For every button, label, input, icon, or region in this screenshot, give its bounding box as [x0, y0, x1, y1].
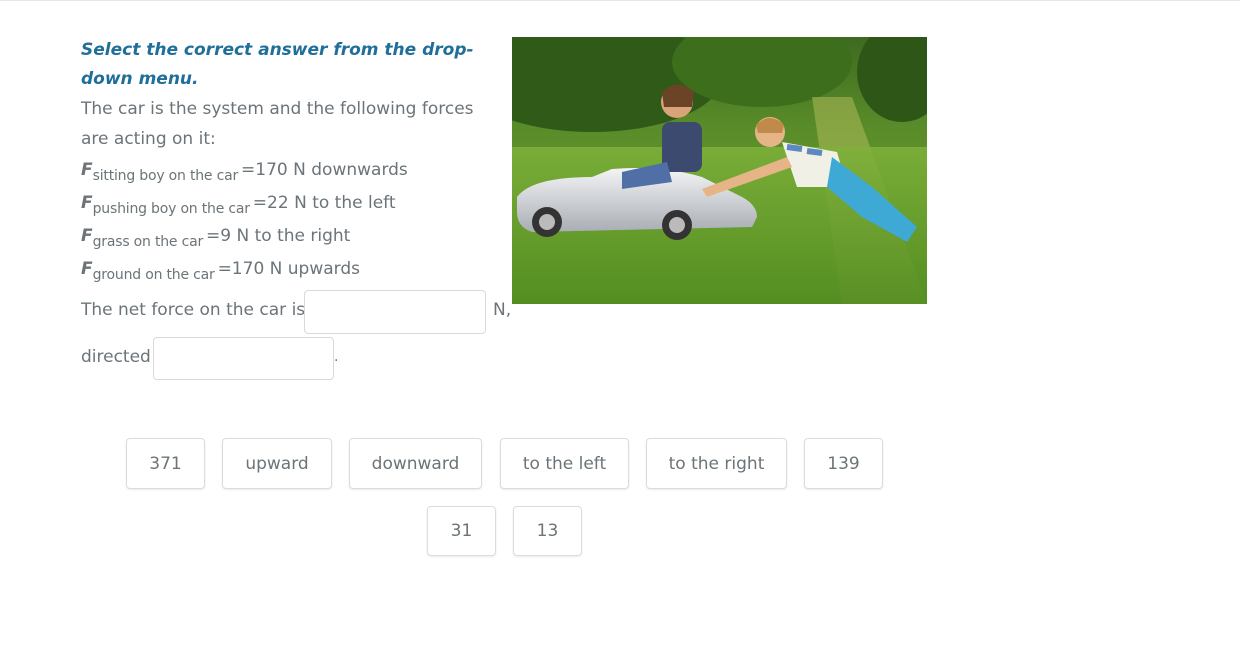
force-value: =9 N to the right	[206, 226, 351, 246]
force-subscript: ground on the car	[92, 267, 215, 283]
force-ground: Fground on the car =170 N upwards	[81, 253, 501, 286]
top-divider	[0, 0, 1240, 1]
force-value: =22 N to the left	[252, 193, 396, 213]
option-chip[interactable]: 31	[427, 506, 496, 556]
force-symbol: F	[81, 226, 93, 246]
option-chip[interactable]: downward	[349, 438, 482, 489]
force-value: =170 N upwards	[217, 259, 361, 279]
option-chip[interactable]: 13	[513, 506, 582, 556]
direction-label: directed	[81, 347, 151, 367]
force-symbol: F	[81, 259, 93, 279]
option-chip[interactable]: to the left	[500, 438, 629, 489]
force-subscript: sitting boy on the car	[92, 168, 239, 184]
force-subscript: pushing boy on the car	[92, 201, 250, 217]
force-symbol: F	[81, 193, 93, 213]
end-punctuation: .	[334, 349, 339, 365]
force-symbol: F	[81, 160, 93, 180]
net-force-label: The net force on the car is	[81, 300, 306, 320]
option-chip[interactable]: to the right	[646, 438, 787, 489]
force-pushing-boy: Fpushing boy on the car =22 N to the left	[81, 187, 501, 220]
unit-suffix: N,	[493, 300, 512, 320]
question-block: Select the correct answer from the drop-…	[81, 36, 501, 286]
instruction-text: Select the correct answer from the drop-…	[81, 40, 474, 89]
force-grass: Fgrass on the car =9 N to the right	[81, 220, 501, 253]
option-chip[interactable]: upward	[222, 438, 332, 489]
question-stem: The car is the system and the following …	[81, 99, 474, 149]
children-pedal-car-photo	[512, 37, 927, 304]
force-value: =170 N downwards	[241, 160, 408, 180]
force-subscript: grass on the car	[92, 234, 204, 250]
option-chip[interactable]: 371	[126, 438, 205, 489]
force-sitting-boy: Fsitting boy on the car =170 N downwards	[81, 154, 501, 187]
option-chip[interactable]: 139	[804, 438, 883, 489]
direction-dropzone[interactable]	[153, 337, 334, 380]
net-force-dropzone[interactable]	[304, 290, 486, 334]
